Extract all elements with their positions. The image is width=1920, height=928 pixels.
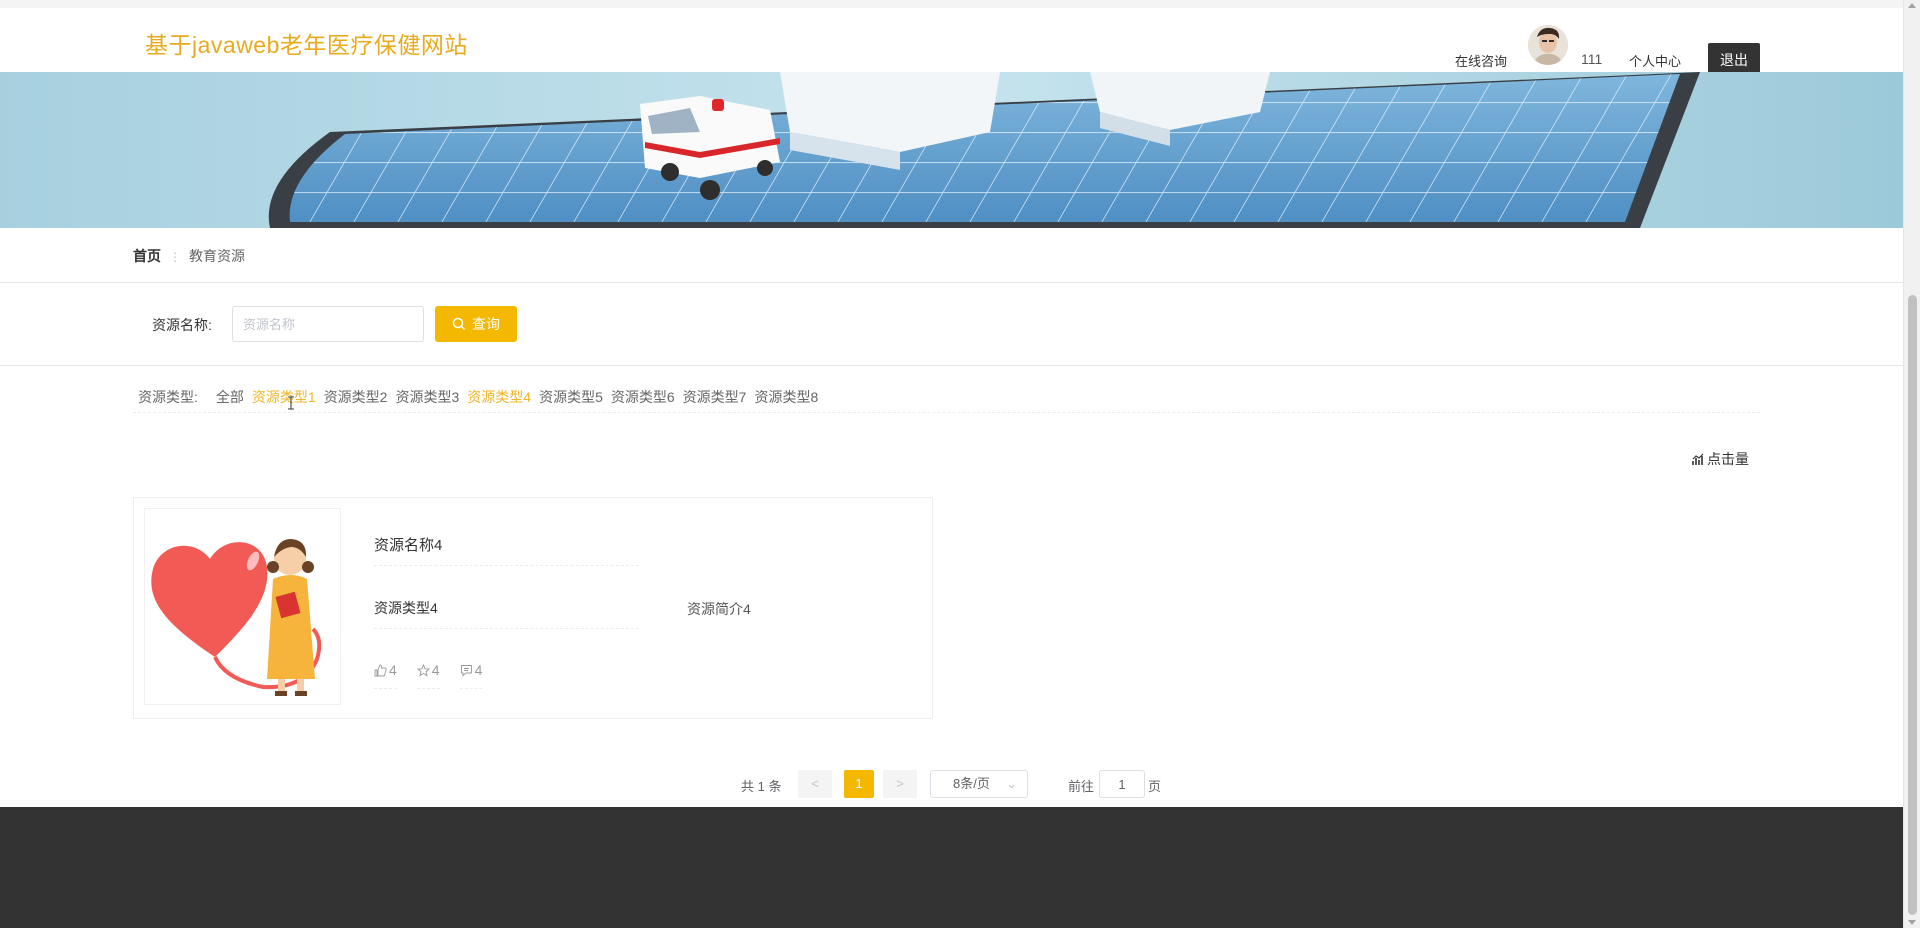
- type-item-2[interactable]: 资源类型2: [324, 389, 388, 405]
- type-item-3[interactable]: 资源类型3: [395, 389, 459, 405]
- nav-online-consult[interactable]: 在线咨询: [1455, 51, 1507, 70]
- scrollbar-thumb[interactable]: [1908, 295, 1917, 915]
- type-item-all[interactable]: 全部: [216, 389, 244, 405]
- resource-type: 资源类型4: [374, 598, 639, 629]
- type-item-7[interactable]: 资源类型7: [683, 389, 747, 405]
- resource-intro: 资源简介4: [687, 601, 751, 617]
- scroll-up-icon[interactable]: [1908, 3, 1916, 8]
- avatar-image: [1528, 25, 1568, 65]
- page-scrollbar[interactable]: [1903, 0, 1920, 928]
- next-page-button[interactable]: >: [883, 770, 917, 798]
- type-filter: 资源类型: 全部 资源类型1 资源类型2 资源类型3 资源类型4 资源类型5 资源类型6 资源类…: [138, 387, 826, 407]
- resource-title[interactable]: 资源名称4: [374, 534, 639, 566]
- sort-by-clicks[interactable]: 点击量: [1692, 449, 1749, 469]
- divider: [133, 412, 1760, 413]
- favorite-count-value: 4: [431, 662, 440, 678]
- search-label: 资源名称:: [152, 317, 212, 333]
- footer: [0, 807, 1903, 928]
- favorite-count: 4: [416, 662, 440, 689]
- type-item-4[interactable]: 资源类型4: [467, 389, 531, 405]
- prev-page-button[interactable]: <: [798, 770, 832, 798]
- comment-count-value: 4: [474, 662, 483, 678]
- star-icon: [416, 663, 430, 677]
- comment-count: 4: [459, 662, 483, 689]
- resource-stats: 4 4 4: [374, 662, 502, 689]
- type-item-6[interactable]: 资源类型6: [611, 389, 675, 405]
- breadcrumb-separator-icon: ⋮: [169, 250, 181, 264]
- scroll-down-icon[interactable]: [1908, 920, 1916, 925]
- pagination-total: 共 1 条: [741, 779, 782, 794]
- type-item-5[interactable]: 资源类型5: [539, 389, 603, 405]
- pagination: 共 1 条 < 1 > 8条/页 ⌄ 前往 页: [0, 770, 1903, 798]
- resource-card[interactable]: 资源名称4 资源类型4 资源简介4 4 4 4: [133, 497, 933, 719]
- banner-image: [0, 72, 1903, 228]
- page-size-select[interactable]: 8条/页 ⌄: [930, 770, 1028, 798]
- resource-thumbnail[interactable]: [144, 508, 341, 705]
- search-button-label: 查询: [472, 316, 500, 332]
- type-item-8[interactable]: 资源类型8: [754, 389, 818, 405]
- type-filter-label: 资源类型:: [138, 389, 198, 405]
- heart-girl-illustration: [145, 509, 340, 704]
- chart-icon: [1692, 453, 1704, 465]
- search-input[interactable]: [232, 306, 424, 342]
- type-item-1[interactable]: 资源类型1: [252, 389, 316, 405]
- divider: [0, 365, 1903, 366]
- chevron-down-icon: ⌄: [1006, 776, 1017, 791]
- like-count: 4: [374, 662, 397, 689]
- page: 基于javaweb老年医疗保健网站 在线咨询 111 个人中心 退出 首页 ⋮ …: [0, 0, 1903, 928]
- goto-label: 前往: [1068, 779, 1095, 794]
- divider: [0, 282, 1903, 283]
- breadcrumb: 首页 ⋮ 教育资源: [133, 246, 245, 266]
- comment-icon: [460, 665, 472, 677]
- avatar[interactable]: [1528, 25, 1568, 65]
- text-cursor-icon: [288, 396, 294, 410]
- sort-label: 点击量: [1707, 451, 1749, 467]
- page-size-value: 8条/页: [953, 776, 990, 791]
- search-icon: [452, 317, 466, 331]
- banner-carousel[interactable]: [0, 72, 1903, 228]
- breadcrumb-current: 教育资源: [189, 248, 245, 264]
- breadcrumb-home[interactable]: 首页: [133, 248, 161, 264]
- goto-suffix: 页: [1148, 779, 1162, 794]
- goto-page-input[interactable]: [1099, 770, 1145, 798]
- like-count-value: 4: [389, 662, 397, 678]
- thumbs-up-icon: [374, 664, 387, 677]
- search-button[interactable]: 查询: [435, 306, 517, 342]
- site-title[interactable]: 基于javaweb老年医疗保健网站: [145, 26, 468, 60]
- page-number-1[interactable]: 1: [844, 770, 874, 798]
- username: 111: [1581, 51, 1603, 67]
- header: 基于javaweb老年医疗保健网站 在线咨询 111 个人中心 退出: [0, 0, 1903, 77]
- nav-personal-center[interactable]: 个人中心: [1629, 51, 1681, 70]
